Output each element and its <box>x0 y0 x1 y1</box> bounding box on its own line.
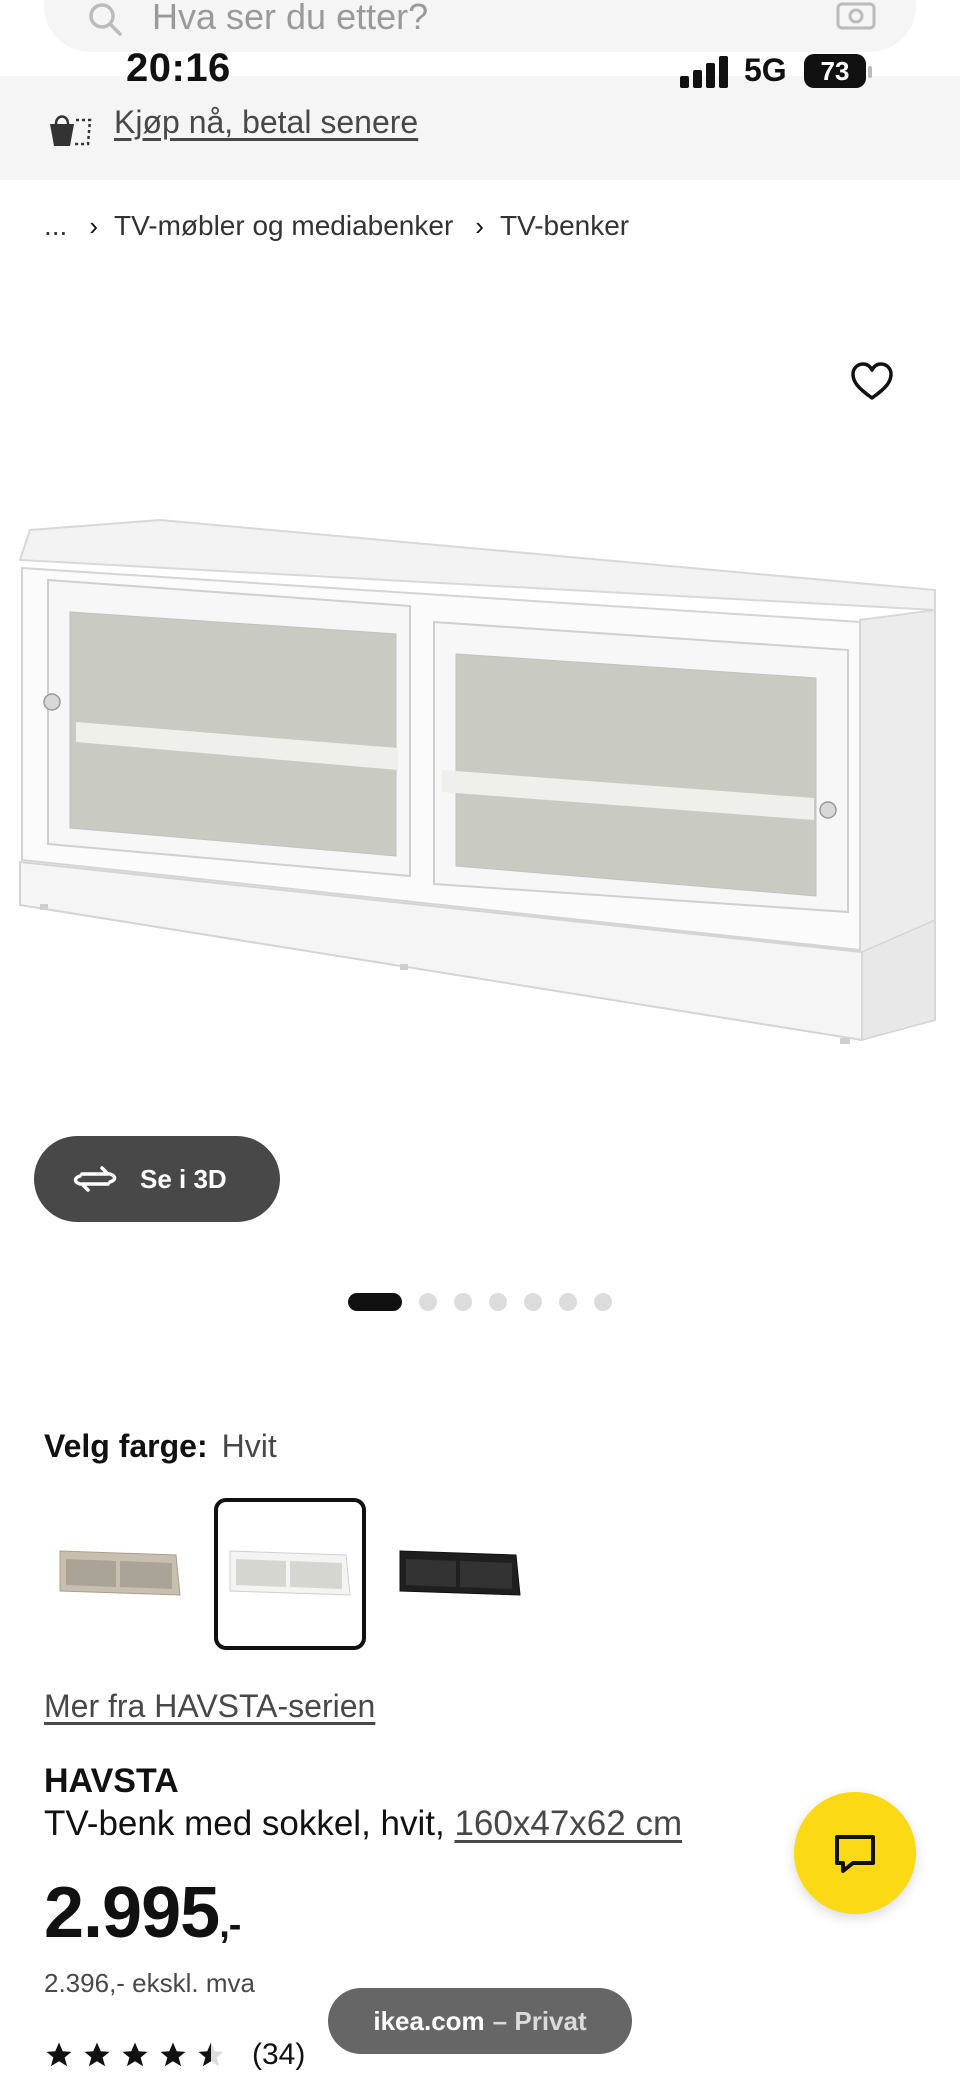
chat-button[interactable] <box>794 1792 916 1914</box>
payment-bag-icon <box>50 115 92 146</box>
cellular-signal-icon <box>680 56 728 88</box>
status-bar: 20:16 5G 73 <box>0 40 960 100</box>
chat-bubble-icon <box>835 1835 875 1873</box>
browser-domain: ikea.com <box>373 2005 485 2036</box>
status-time: 20:16 <box>126 46 231 90</box>
carousel-dot[interactable] <box>559 1293 577 1311</box>
carousel-dot[interactable] <box>454 1293 472 1311</box>
camera-icon[interactable] <box>836 0 876 30</box>
product-price: 2.995,- <box>44 1872 241 1954</box>
breadcrumb: ... › TV-møbler og mediabenker › TV-benk… <box>44 206 629 246</box>
carousel-dot[interactable] <box>419 1293 437 1311</box>
product-description-text: TV-benk med sokkel, hvit, <box>44 1804 445 1843</box>
carousel-dot[interactable] <box>594 1293 612 1311</box>
battery-tip <box>868 66 872 78</box>
color-option-black[interactable] <box>384 1498 536 1650</box>
rotate-3d-icon <box>73 1166 117 1192</box>
carousel-dot[interactable] <box>524 1293 542 1311</box>
breadcrumb-item-tv-benches[interactable]: TV-benker <box>500 210 629 242</box>
star-full-icon <box>122 2042 148 2067</box>
white-bench-thumbnail <box>229 1550 351 1596</box>
black-bench-thumbnail <box>399 1550 521 1596</box>
color-label-text: Velg farge: <box>44 1428 208 1464</box>
heart-icon[interactable] <box>850 362 894 402</box>
color-selector-label: Velg farge: Hvit <box>44 1428 277 1465</box>
tv-bench-illustration <box>18 518 936 1044</box>
buy-now-pay-later-link[interactable]: Kjøp nå, betal senere <box>114 104 418 141</box>
beige-bench-thumbnail <box>59 1550 181 1596</box>
product-dimensions-link[interactable]: 160x47x62 cm <box>454 1804 682 1843</box>
selected-color-value: Hvit <box>221 1428 277 1464</box>
star-half-icon <box>198 2042 224 2067</box>
breadcrumb-ellipsis[interactable]: ... <box>44 210 67 242</box>
product-name: HAVSTA <box>44 1762 179 1800</box>
product-rating[interactable]: (34) <box>44 2036 305 2074</box>
series-link[interactable]: Mer fra HAVSTA-serien <box>44 1688 375 1725</box>
search-placeholder: Hva ser du etter? <box>152 0 429 37</box>
search-icon <box>89 3 122 36</box>
review-count[interactable]: (34) <box>252 2038 305 2072</box>
product-description: TV-benk med sokkel, hvit, 160x47x62 cm <box>44 1804 682 1844</box>
star-full-icon <box>46 2042 72 2067</box>
carousel-dot[interactable] <box>489 1293 507 1311</box>
browser-mode: – Privat <box>492 2005 587 2036</box>
price-value: 2.995 <box>44 1873 220 1953</box>
network-type: 5G <box>744 52 787 88</box>
color-swatches <box>44 1498 554 1650</box>
chevron-right-icon: › <box>475 210 484 241</box>
price-excl-vat: 2.396,- ekskl. mva <box>44 1968 255 1998</box>
chevron-right-icon: › <box>89 210 99 241</box>
browser-domain-pill[interactable]: ikea.com – Privat <box>328 1988 632 2054</box>
image-carousel-indicator[interactable] <box>348 1292 629 1312</box>
star-full-icon <box>84 2042 110 2067</box>
color-option-beige[interactable] <box>44 1498 196 1650</box>
product-image[interactable] <box>0 300 960 1120</box>
price-suffix: ,- <box>219 1904 241 1946</box>
breadcrumb-item-tv-furniture[interactable]: TV-møbler og mediabenker <box>114 210 453 242</box>
star-full-icon <box>160 2042 186 2067</box>
view-in-3d-label: Se i 3D <box>140 1163 227 1194</box>
color-option-white[interactable] <box>214 1498 366 1650</box>
carousel-dot[interactable] <box>348 1293 402 1311</box>
view-in-3d-button[interactable]: Se i 3D <box>34 1136 280 1222</box>
battery-indicator: 73 <box>804 54 866 88</box>
